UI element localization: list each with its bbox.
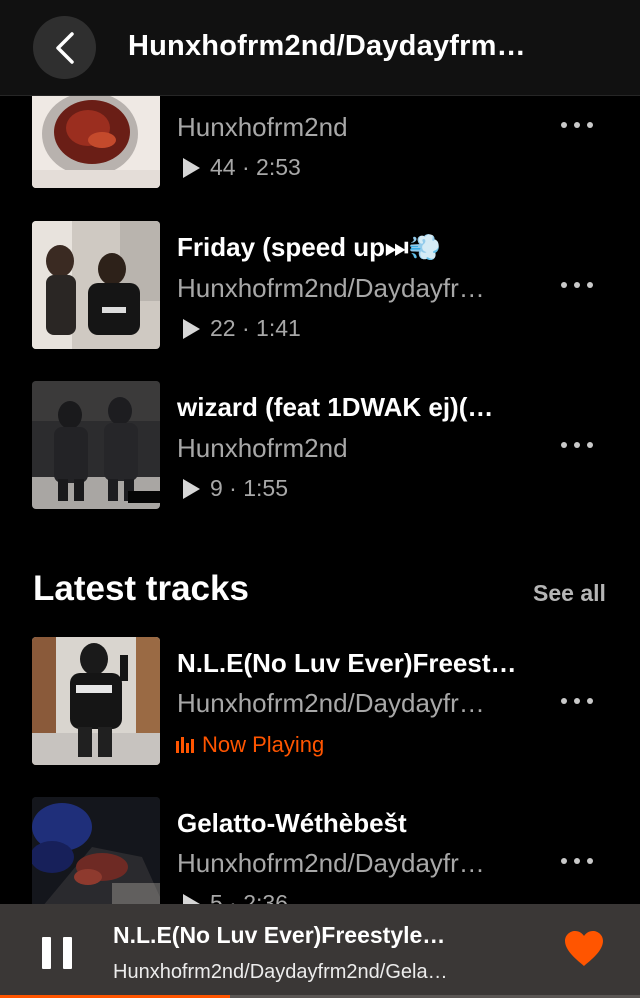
- track-row[interactable]: Friday (speed up⏭💨 Hunxhofrm2nd/Daydayfr…: [0, 220, 640, 350]
- see-all-link[interactable]: See all: [533, 580, 606, 607]
- back-button[interactable]: [33, 16, 96, 79]
- play-count-icon: [183, 478, 200, 499]
- track-row[interactable]: N.L.E(No Luv Ever)Freest… Hunxhofrm2nd/D…: [0, 636, 640, 766]
- track-plays-duration: 9 · 1:55: [210, 475, 288, 501]
- equalizer-icon: [176, 737, 194, 753]
- pause-icon[interactable]: [42, 937, 72, 969]
- track-artwork: [32, 381, 160, 509]
- track-artwork: [32, 221, 160, 349]
- more-options-icon[interactable]: [561, 118, 593, 132]
- track-row[interactable]: wizard (feat 1DWAK ej)(… Hunxhofrm2nd 9 …: [0, 380, 640, 510]
- track-title: Gelatto-Wéthèbešt: [177, 808, 407, 838]
- track-plays-duration: 22 · 1:41: [210, 315, 301, 341]
- top-bar: Hunxhofrm2nd/Daydayfrm…: [0, 0, 640, 96]
- more-options-icon[interactable]: [561, 694, 593, 708]
- track-artist: Hunxhofrm2nd/Daydayfr…: [177, 688, 485, 718]
- track-artist: Hunxhofrm2nd/Daydayfr…: [177, 273, 485, 303]
- track-title: Friday (speed up⏭💨: [177, 232, 441, 262]
- now-playing-indicator: Now Playing: [176, 732, 324, 758]
- track-stats: 9 · 1:55: [183, 475, 288, 502]
- track-stats: 22 · 1:41: [183, 315, 301, 342]
- player-track-title: N.L.E(No Luv Ever)Freestyle…: [113, 922, 446, 948]
- page-title: Hunxhofrm2nd/Daydayfrm…: [128, 30, 526, 62]
- track-plays-duration: 44 · 2:53: [210, 154, 301, 180]
- track-artist: Hunxhofrm2nd: [177, 112, 348, 142]
- track-artwork: [32, 637, 160, 765]
- play-count-icon: [183, 318, 200, 339]
- more-options-icon[interactable]: [561, 854, 593, 868]
- mini-player[interactable]: N.L.E(No Luv Ever)Freestyle… Hunxhofrm2n…: [0, 904, 640, 998]
- chevron-left-icon: [55, 31, 74, 64]
- track-title: wizard (feat 1DWAK ej)(…: [177, 392, 494, 422]
- play-count-icon: [183, 157, 200, 178]
- track-stats: 44 · 2:53: [183, 154, 301, 181]
- screen: Hunxhofrm2nd 44 · 2:53 Friday (speed up⏭…: [0, 0, 640, 998]
- now-playing-label: Now Playing: [202, 732, 325, 757]
- player-track-artist: Hunxhofrm2nd/Daydayfrm2nd/Gela…: [113, 961, 448, 983]
- more-options-icon[interactable]: [561, 278, 593, 292]
- track-title: N.L.E(No Luv Ever)Freest…: [177, 648, 517, 678]
- more-options-icon[interactable]: [561, 438, 593, 452]
- section-title-latest-tracks: Latest tracks: [33, 569, 249, 608]
- heart-icon[interactable]: [563, 930, 605, 968]
- track-artist: Hunxhofrm2nd/Daydayfr…: [177, 848, 485, 878]
- track-artist: Hunxhofrm2nd: [177, 433, 348, 463]
